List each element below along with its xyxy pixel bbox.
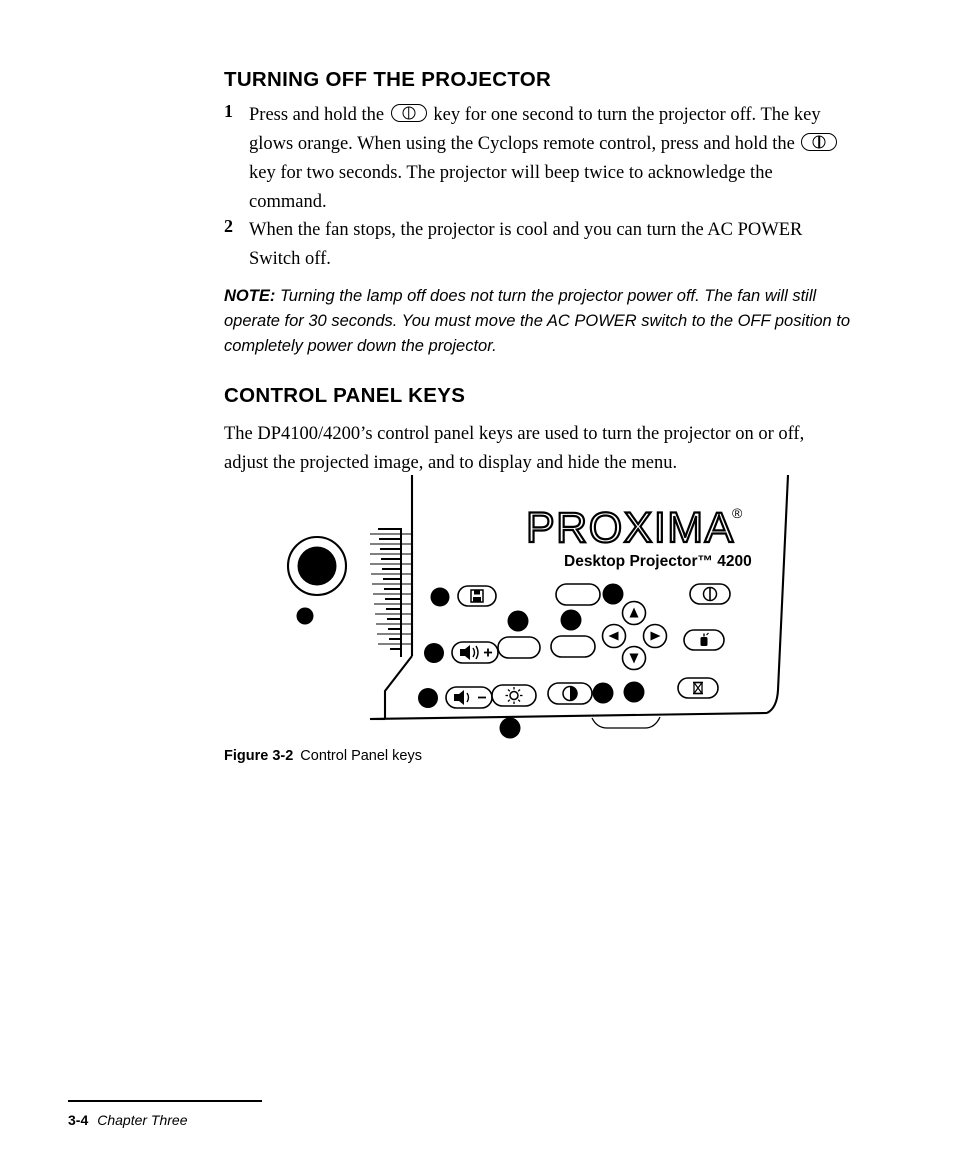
case-left-lower-edge (383, 655, 413, 719)
note-label: NOTE: (224, 287, 276, 305)
arrow-up-key[interactable] (621, 600, 647, 626)
lamp-key[interactable] (683, 629, 725, 651)
footer-chapter-name: Chapter Three (97, 1111, 188, 1128)
menu-key[interactable] (497, 636, 541, 659)
step-text: When the fan stops, the projector is coo… (249, 220, 803, 269)
arrow-pad-led (623, 681, 645, 703)
step-number: 1 (224, 101, 233, 121)
arrow-down-key[interactable] (621, 645, 647, 671)
list-item: 2 When the fan stops, the projector is c… (224, 216, 854, 274)
source-key[interactable] (457, 585, 497, 607)
contrast-key-led (592, 682, 614, 704)
exit-key[interactable] (550, 635, 596, 658)
case-right-edge (766, 474, 790, 714)
registered-mark-icon: ® (732, 505, 743, 521)
step-text-part-c: key for two seconds. The projector will … (249, 163, 773, 212)
arrow-right-key[interactable] (642, 623, 668, 649)
select-key[interactable] (555, 583, 601, 606)
brand-logo: PROXIMA ® Desktop Projector™ 4200 (525, 503, 752, 570)
ir-receiver-dot (296, 607, 314, 625)
projector-illustration: PROXIMA ® Desktop Projector™ 4200 (286, 474, 790, 739)
list-item: 1 Press and hold the key for one second … (224, 101, 854, 217)
page-footer: 3-4 Chapter Three (68, 1100, 262, 1128)
model-line: Desktop Projector™ 4200 (564, 553, 752, 570)
power-bar-icon (407, 107, 410, 119)
note-block: NOTE: Turning the lamp off does not turn… (224, 284, 856, 359)
projector-lens (286, 535, 348, 597)
mute-key[interactable] (677, 677, 719, 699)
power-bar-icon (818, 136, 821, 148)
exit-key-led (560, 609, 582, 631)
volume-up-key-led (424, 643, 444, 663)
menu-key-led (507, 610, 529, 632)
note-text: Turning the lamp off does not turn the p… (224, 287, 851, 355)
brightness-key[interactable] (491, 684, 537, 707)
step-number: 2 (224, 216, 233, 236)
power-key-glyph (390, 104, 427, 122)
section-title-control-panel-keys: CONTROL PANEL KEYS (224, 384, 466, 407)
vent-grille (370, 528, 412, 657)
step-text-part-a: Press and hold the (249, 105, 385, 125)
volume-down-key-led (418, 688, 438, 708)
brand-wordmark: PROXIMA (526, 504, 735, 552)
contrast-key[interactable] (547, 682, 593, 705)
document-page: TURNING OFF THE PROJECTOR 1 Press and ho… (0, 0, 954, 1159)
brightness-key-led (499, 717, 521, 739)
select-key-led (602, 583, 624, 605)
page-title-turning-off-the-projector: TURNING OFF THE PROJECTOR (224, 68, 552, 91)
arrow-left-key[interactable] (601, 623, 627, 649)
step-text: Press and hold the key for one second to… (249, 101, 854, 217)
figure-caption-label: Figure 3-2 (224, 748, 294, 764)
source-key-led (430, 587, 450, 607)
case-base-line (369, 711, 768, 721)
footer-divider (68, 1100, 262, 1102)
figure-caption: Figure 3-2 Control Panel keys (224, 748, 422, 764)
footer-page-number: 3-4 (68, 1111, 89, 1128)
projector-foot (591, 716, 661, 729)
figure-caption-text: Control Panel keys (300, 748, 422, 764)
footer-text: 3-4 Chapter Three (68, 1112, 262, 1128)
projector-diagram: PROXIMA ® Desktop Projector™ 4200 (270, 470, 810, 745)
power-key[interactable] (689, 583, 731, 605)
power-key-glyph-2 (801, 133, 838, 151)
volume-up-key[interactable] (451, 641, 499, 664)
volume-down-key[interactable] (445, 686, 493, 709)
